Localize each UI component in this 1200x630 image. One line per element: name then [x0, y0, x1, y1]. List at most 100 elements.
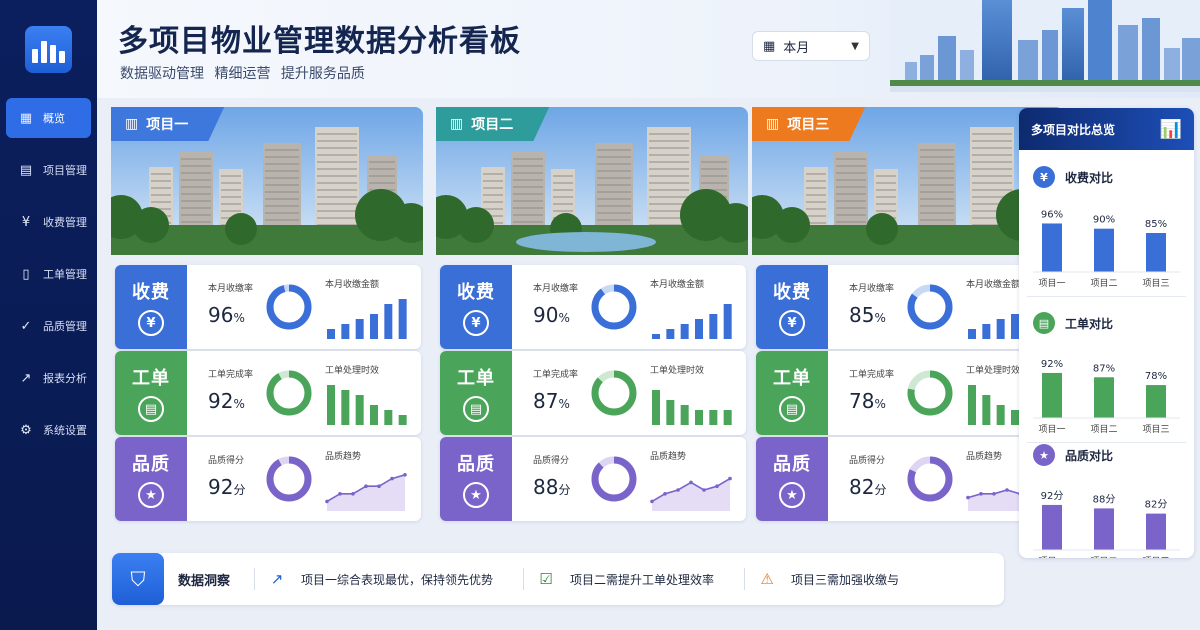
- compare-section-label: 工单对比: [1065, 316, 1114, 331]
- trend-bar: [355, 395, 364, 425]
- fee-card[interactable]: 收费 ¥ 本月收缴率 90% 本月收缴金额: [440, 265, 746, 349]
- trend-bar: [1011, 410, 1019, 425]
- card-label: 工单 ▤: [115, 351, 187, 435]
- trend-bar: [1011, 314, 1019, 339]
- trend-bar: [370, 314, 378, 339]
- trend-point: [715, 484, 719, 488]
- project-tag[interactable]: ▥ 项目三: [752, 107, 866, 141]
- trend-label: 品质趋势: [966, 452, 1003, 462]
- sidebar-item-reports[interactable]: ↗ 报表分析: [6, 358, 91, 398]
- compare-section-title: ¥ 收费对比: [1033, 166, 1113, 188]
- project-name: 项目二: [471, 117, 514, 133]
- compare-bar: [1094, 228, 1114, 272]
- yen-icon: ¥: [463, 310, 489, 336]
- compare-bar: [1042, 223, 1062, 272]
- trend-bar: [355, 319, 364, 339]
- trend-point: [702, 488, 706, 492]
- compare-bar-category: 项目一: [1038, 424, 1065, 435]
- compare-bar: [1094, 508, 1114, 550]
- metric-unit: 分: [558, 483, 571, 497]
- chart-grid-icon: ▦: [19, 110, 33, 126]
- project-tag[interactable]: ▥ 项目一: [111, 107, 225, 141]
- page-subtitle: 数据驱动管理 精细运营 提升服务品质: [120, 66, 365, 82]
- warning-icon: ⚠: [760, 570, 774, 588]
- card-label-text: 品质: [457, 454, 495, 475]
- work-card[interactable]: 工单 ▤ 工单完成率 78% 工单处理时效: [756, 351, 1062, 435]
- compare-bar-chart: 92分项目一 88分项目二 82分项目三: [1033, 490, 1180, 558]
- quality-card[interactable]: 品质 ★ 品质得分 88分 品质趋势: [440, 437, 746, 521]
- metric-label: 品质得分: [208, 456, 245, 466]
- period-select-value: 本月: [783, 40, 810, 56]
- compare-bar: [1042, 372, 1062, 418]
- sidebar-item-fees[interactable]: ¥ 收费管理: [6, 202, 91, 242]
- compare-title: 多项目对比总览: [1031, 122, 1116, 137]
- compare-bar-value: 96%: [1041, 209, 1063, 220]
- sidebar-nav: ▦ 概览 ▤ 项目管理 ¥ 收费管理 ▯ 工单管理 ✓ 品质管理 ↗ 报表分析 …: [0, 98, 97, 462]
- trend-label: 本月收缴金额: [650, 280, 705, 290]
- compare-bar-value: 88分: [1093, 493, 1116, 505]
- insight-item[interactable]: ☑ 项目二需提升工单处理效率: [536, 569, 714, 589]
- compare-bar-category: 项目二: [1090, 556, 1117, 558]
- quality-card[interactable]: 品质 ★ 品质得分 82分 品质趋势: [756, 437, 1062, 521]
- building-icon: ▥: [766, 116, 780, 132]
- trend-chart: [650, 476, 732, 511]
- insight-item-text: 项目三需加强收缴与: [791, 572, 900, 587]
- fee-card[interactable]: 收费 ¥ 本月收缴率 96% 本月收缴金额: [115, 265, 421, 349]
- metric-unit: 分: [233, 483, 246, 497]
- sidebar-item-overview[interactable]: ▦ 概览: [6, 98, 91, 138]
- sidebar-item-label: 报表分析: [43, 372, 87, 385]
- trend-point: [728, 476, 732, 481]
- shield-star-icon: ★: [779, 482, 805, 508]
- trend-bar: [996, 319, 1005, 339]
- trend-label: 品质趋势: [325, 452, 362, 462]
- quality-card[interactable]: 品质 ★ 品质得分 92分 品质趋势: [115, 437, 421, 521]
- work-card[interactable]: 工单 ▤ 工单完成率 92% 工单处理时效: [115, 351, 421, 435]
- period-select[interactable]: ▦ 本月 ▼: [752, 31, 870, 61]
- trend-point: [966, 495, 970, 500]
- yen-icon: ¥: [1033, 166, 1055, 188]
- compare-section-label: 品质对比: [1065, 448, 1114, 463]
- metric-unit: %: [874, 311, 886, 325]
- card-label-text: 工单: [457, 368, 495, 389]
- trend-bar: [652, 390, 660, 425]
- shield-star-icon: ★: [463, 482, 489, 508]
- sidebar-item-work-orders[interactable]: ▯ 工单管理: [6, 254, 91, 294]
- donut-fill: [591, 370, 637, 416]
- donut-chart: [266, 456, 312, 502]
- work-card[interactable]: 工单 ▤ 工单完成率 87% 工单处理时效: [440, 351, 746, 435]
- card-label: 品质 ★: [115, 437, 187, 521]
- sidebar-item-quality[interactable]: ✓ 品质管理: [6, 306, 91, 346]
- app-logo[interactable]: [25, 26, 72, 73]
- metric-label: 品质得分: [533, 456, 570, 466]
- project-tag[interactable]: ▥ 项目二: [436, 107, 550, 141]
- donut-chart: [266, 370, 312, 416]
- trend-label: 工单处理时效: [650, 366, 705, 376]
- compare-section-label: 收费对比: [1065, 170, 1114, 185]
- insight-item[interactable]: ⚠ 项目三需加强收缴与: [757, 569, 899, 589]
- metric-number: 82: [849, 475, 875, 499]
- building-icon: ▥: [450, 116, 464, 132]
- trend-up-icon: ↗: [270, 570, 284, 588]
- metric-number: 90: [533, 303, 559, 327]
- compare-section: ¥ 收费对比 96% 项目一 90% 项目二 85% 项目三: [1019, 160, 1194, 297]
- calendar-icon: ▦: [763, 38, 776, 54]
- trend-bar: [680, 405, 689, 425]
- donut-chart: [591, 370, 637, 416]
- sidebar-item-settings[interactable]: ⚙ 系统设置: [6, 410, 91, 450]
- yen-icon: ¥: [138, 310, 164, 336]
- clipboard-icon: ▤: [779, 396, 805, 422]
- compare-section: ▤ 工单对比 92% 项目一 87% 项目二 78% 项目三: [1019, 306, 1194, 443]
- trend-point: [676, 488, 680, 492]
- sidebar-item-projects[interactable]: ▤ 项目管理: [6, 150, 91, 190]
- card-label-text: 品质: [773, 454, 811, 475]
- insight-item[interactable]: ↗ 项目一综合表现最优，保持领先优势: [267, 569, 493, 589]
- metric-unit: %: [558, 311, 570, 325]
- compare-bar-category: 项目一: [1038, 556, 1065, 558]
- card-label-text: 收费: [773, 282, 811, 303]
- fee-card[interactable]: 收费 ¥ 本月收缴率 85% 本月收缴金额: [756, 265, 1062, 349]
- trend-point: [351, 492, 355, 496]
- trend-point: [403, 473, 407, 477]
- sidebar-item-label: 品质管理: [43, 320, 87, 333]
- metric-label: 本月收缴率: [849, 284, 895, 294]
- metric-value: 78%: [849, 389, 886, 413]
